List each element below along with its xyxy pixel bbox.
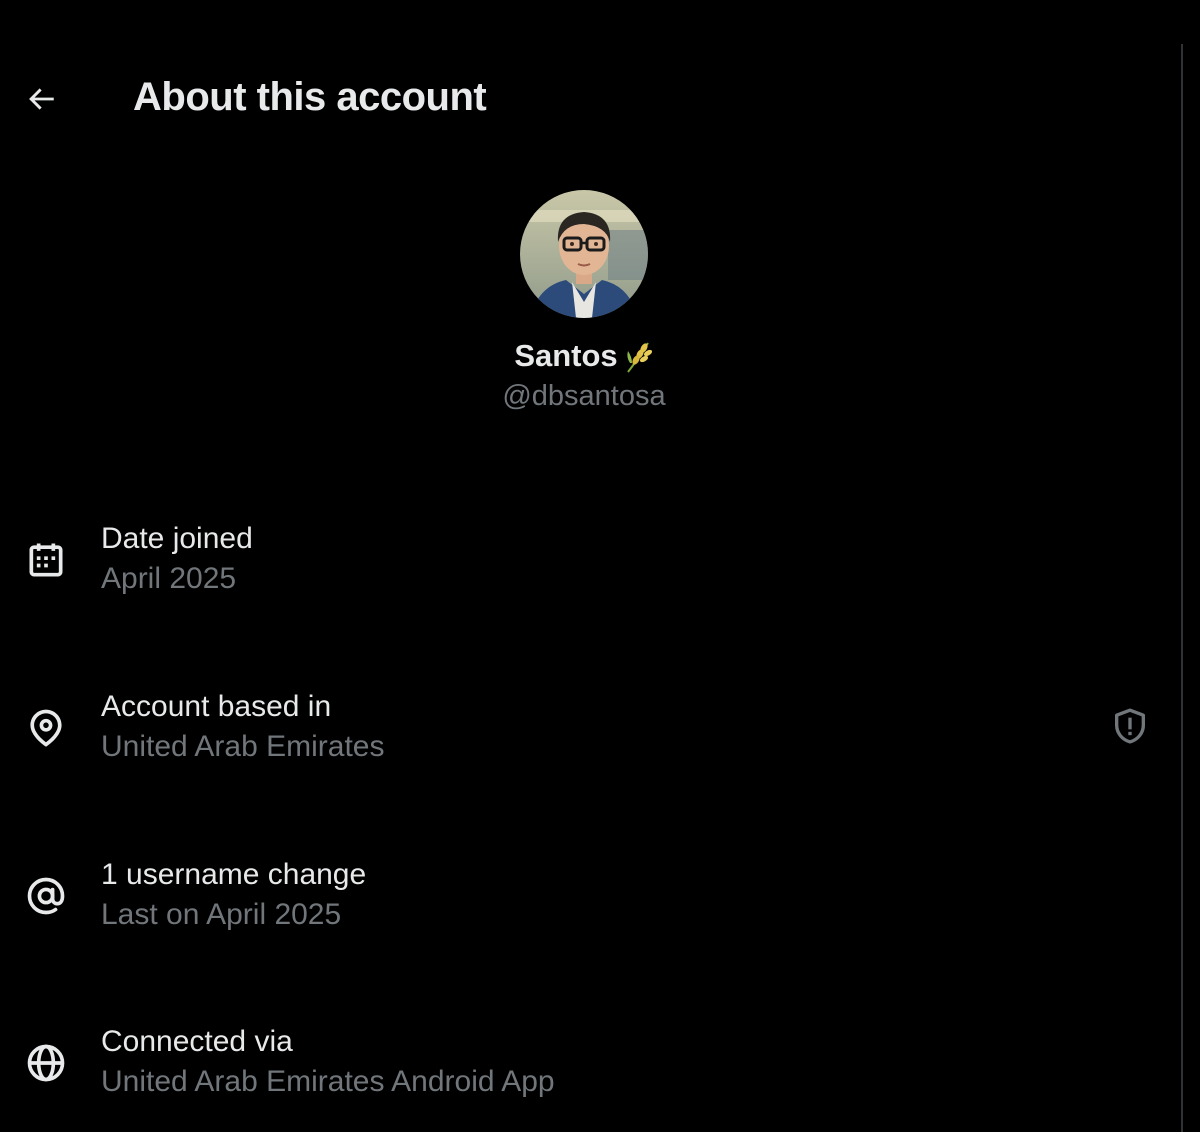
- detail-value: United Arab Emirates: [101, 730, 385, 763]
- calendar-icon: [29, 543, 63, 577]
- profile-summary: Santos @dbsantosa: [0, 190, 1168, 413]
- detail-connected-via: Connected via United Arab Emirates Andro…: [0, 1025, 1180, 1105]
- avatar-illustration: [520, 190, 648, 318]
- detail-label: Connected via: [101, 1025, 293, 1058]
- detail-value: Last on April 2025: [101, 898, 342, 931]
- detail-value: United Arab Emirates Android App: [101, 1065, 555, 1098]
- detail-label: Date joined: [101, 522, 253, 555]
- back-button[interactable]: [20, 78, 62, 120]
- location-pin-icon: [30, 709, 62, 747]
- detail-value: April 2025: [101, 562, 237, 595]
- page-title: About this account: [133, 75, 487, 119]
- detail-account-based-in: Account based in United Arab Emirates: [0, 690, 1180, 770]
- detail-username-change: 1 username change Last on April 2025: [0, 858, 1180, 938]
- at-sign-icon: [27, 877, 65, 915]
- display-name: Santos: [514, 338, 618, 373]
- username-handle: @dbsantosa: [502, 380, 666, 412]
- arrow-left-icon: [29, 88, 54, 110]
- detail-date-joined: Date joined April 2025: [0, 522, 1180, 602]
- shield-alert-icon[interactable]: [1110, 706, 1150, 746]
- detail-label: Account based in: [101, 690, 332, 723]
- wheat-emoji-icon: [626, 342, 652, 373]
- detail-label: 1 username change: [101, 858, 367, 891]
- globe-icon: [27, 1044, 65, 1082]
- display-name-row: Santos: [514, 334, 653, 378]
- page-header: About this account: [0, 60, 1180, 140]
- column-divider: [1181, 44, 1183, 1132]
- avatar[interactable]: [520, 190, 648, 318]
